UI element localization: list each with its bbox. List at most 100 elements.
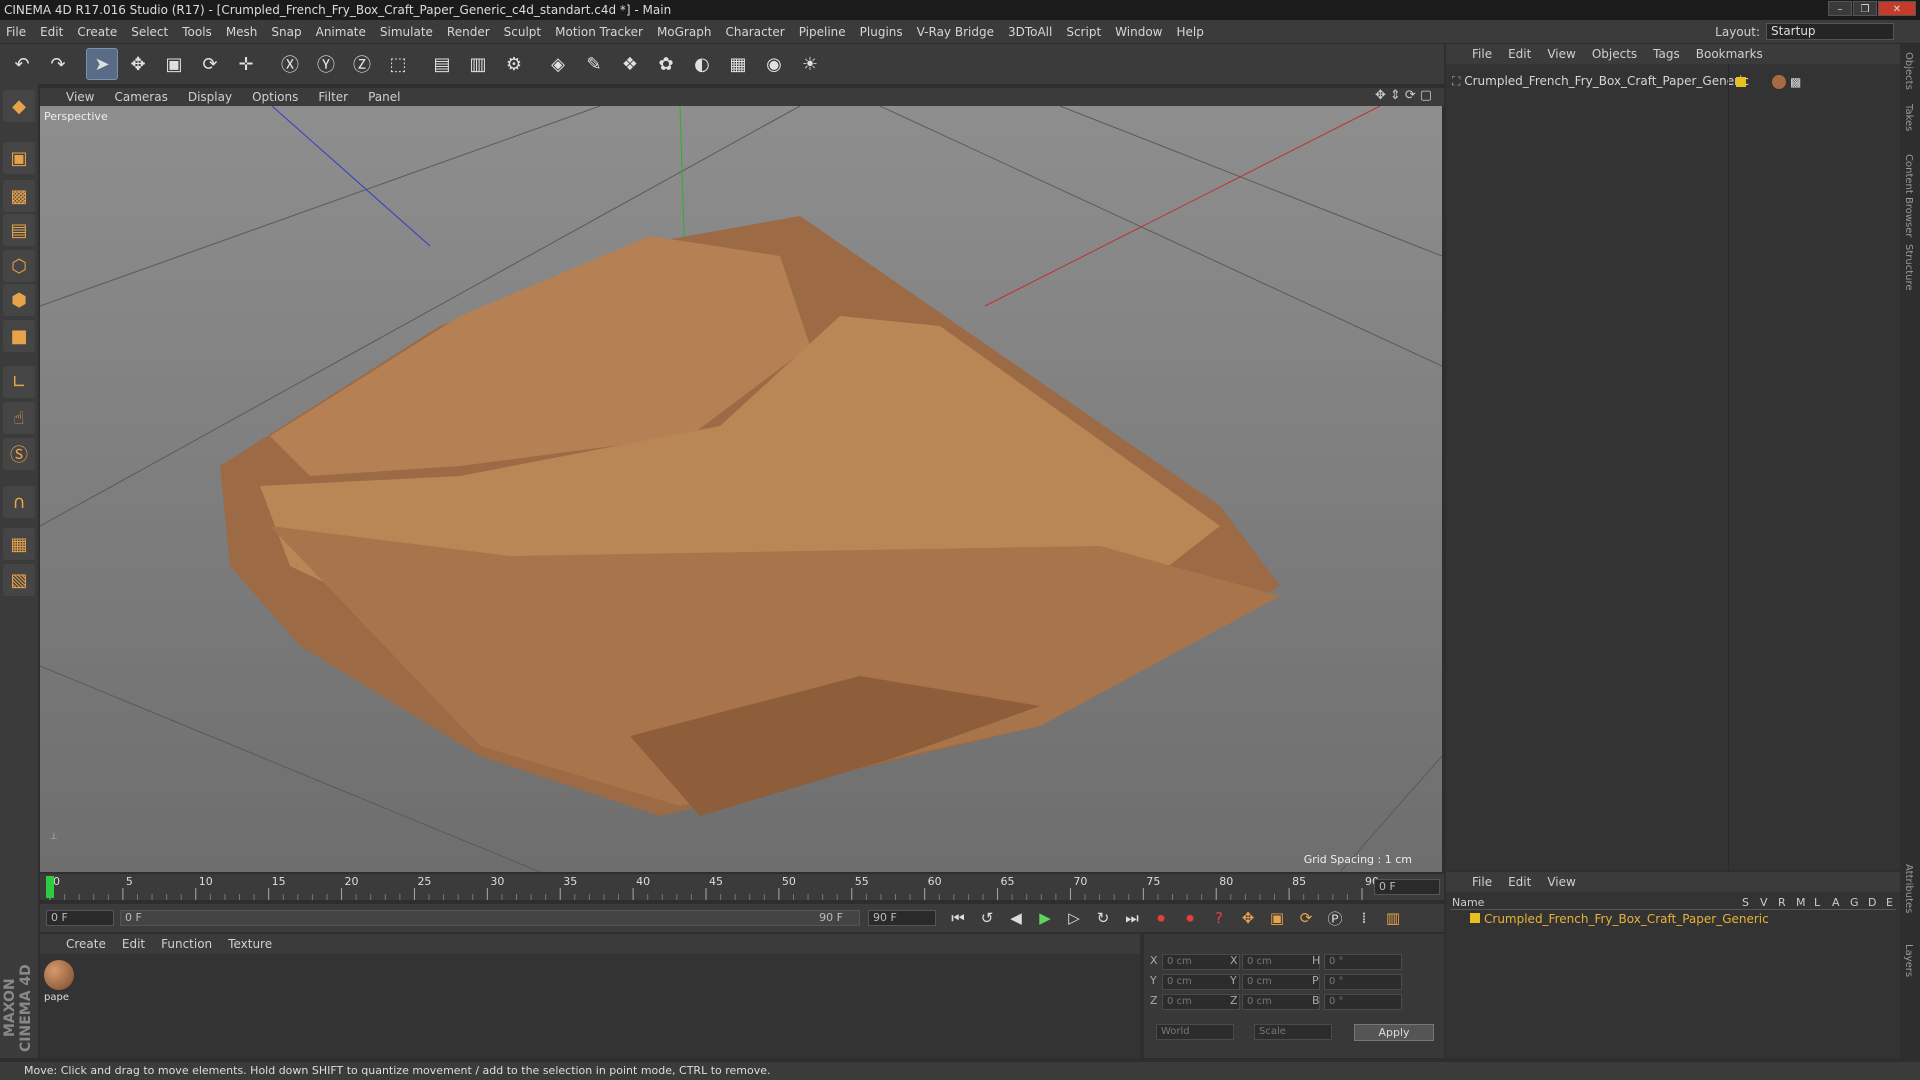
- redo-icon[interactable]: ↷: [42, 48, 74, 80]
- coord-field-x-pos[interactable]: 0 cm: [1162, 954, 1240, 970]
- range-slider[interactable]: 0 F 90 F: [120, 910, 860, 926]
- menu-animate[interactable]: Animate: [316, 25, 366, 39]
- apply-button[interactable]: Apply: [1354, 1024, 1434, 1041]
- coord-field-y-size[interactable]: 0 cm: [1242, 974, 1320, 990]
- record-keys-icon[interactable]: ⏺: [1149, 906, 1173, 930]
- coordinate-system-icon[interactable]: ⬚: [382, 48, 414, 80]
- checker-tag-icon[interactable]: ▩: [1790, 75, 1801, 89]
- material-menu-create[interactable]: Create: [66, 937, 106, 951]
- menu-motion-tracker[interactable]: Motion Tracker: [555, 25, 643, 39]
- layer-menu-view[interactable]: View: [1547, 875, 1575, 889]
- previous-frame-icon[interactable]: ◀: [1004, 906, 1028, 930]
- next-key-icon[interactable]: ↻: [1091, 906, 1115, 930]
- axis-mode-icon[interactable]: ∟: [3, 366, 35, 398]
- current-frame-field[interactable]: 0 F: [1374, 879, 1440, 895]
- object-menu-objects[interactable]: Objects: [1592, 47, 1637, 61]
- menu-window[interactable]: Window: [1115, 25, 1162, 39]
- menu-tools[interactable]: Tools: [182, 25, 212, 39]
- french-fry-box-model[interactable]: [220, 216, 1280, 816]
- grid-lock-icon[interactable]: ▦: [3, 528, 35, 560]
- scale-icon[interactable]: ▣: [158, 48, 190, 80]
- object-menu-bookmarks[interactable]: Bookmarks: [1696, 47, 1763, 61]
- viewport-3d[interactable]: Perspective Grid Spacing : 1 cm ⊥: [40, 106, 1442, 872]
- material-menu-function[interactable]: Function: [161, 937, 212, 951]
- menu-mograph[interactable]: MoGraph: [657, 25, 712, 39]
- menu-snap[interactable]: Snap: [271, 25, 301, 39]
- y-axis-lock-icon[interactable]: Ⓨ: [310, 48, 342, 80]
- layout-dropdown[interactable]: Startup: [1766, 23, 1894, 40]
- select-icon[interactable]: ➤: [86, 48, 118, 80]
- keyframe-help-icon[interactable]: ?: [1207, 906, 1231, 930]
- texture-mode-icon[interactable]: ▩: [3, 180, 35, 212]
- viewport-nav-icons[interactable]: ✥⇕⟳▢: [1375, 88, 1436, 103]
- material-tag-icon[interactable]: [1772, 75, 1786, 89]
- layer-row[interactable]: Crumpled_French_Fry_Box_Craft_Paper_Gene…: [1450, 912, 1896, 928]
- object-menu-edit[interactable]: Edit: [1508, 47, 1531, 61]
- side-tab-objects[interactable]: Objects: [1903, 52, 1914, 90]
- restore-icon[interactable]: ❐: [1853, 1, 1877, 16]
- render-picture-viewer-icon[interactable]: ▥: [462, 48, 494, 80]
- light-icon[interactable]: ☀: [794, 48, 826, 80]
- undo-icon[interactable]: ↶: [6, 48, 38, 80]
- render-view-icon[interactable]: ▤: [426, 48, 458, 80]
- start-frame-field[interactable]: 0 F: [46, 910, 114, 926]
- render-settings-icon[interactable]: ⚙: [498, 48, 530, 80]
- key-position-icon[interactable]: ✥: [1236, 906, 1260, 930]
- timeline-ruler[interactable]: 0 5 10 15 20 25 30 35 40 45 50 55 60 65 70 75 80 85 90 0 F: [40, 874, 1444, 900]
- model-mode-icon[interactable]: ▣: [3, 142, 35, 174]
- material-menu-edit[interactable]: Edit: [122, 937, 145, 951]
- snapping-icon[interactable]: Ⓢ: [3, 438, 35, 470]
- viewport-menu-filter[interactable]: Filter: [318, 90, 348, 104]
- points-mode-icon[interactable]: ⬡: [3, 250, 35, 282]
- menu-mesh[interactable]: Mesh: [226, 25, 258, 39]
- key-param-icon[interactable]: Ⓟ: [1323, 906, 1347, 930]
- coord-field-z-pos[interactable]: 0 cm: [1162, 994, 1240, 1010]
- side-tab-takes[interactable]: Takes: [1903, 104, 1914, 131]
- object-menu-file[interactable]: File: [1472, 47, 1492, 61]
- object-row[interactable]: ⛶ Crumpled_French_Fry_Box_Craft_Paper_Ge…: [1452, 74, 1892, 92]
- layer-menu-edit[interactable]: Edit: [1508, 875, 1531, 889]
- coord-field-b-rot[interactable]: 0 °: [1324, 994, 1402, 1010]
- menu-select[interactable]: Select: [131, 25, 168, 39]
- close-icon[interactable]: ✕: [1878, 1, 1916, 16]
- side-tab-layers[interactable]: Layers: [1903, 944, 1914, 977]
- side-tab-attributes[interactable]: Attributes: [1903, 864, 1914, 913]
- menu-pipeline[interactable]: Pipeline: [799, 25, 846, 39]
- object-menu-view[interactable]: View: [1547, 47, 1575, 61]
- menu-3dtoall[interactable]: 3DToAll: [1008, 25, 1052, 39]
- spline-pen-icon[interactable]: ✎: [578, 48, 610, 80]
- cube-icon[interactable]: ◈: [542, 48, 574, 80]
- viewport-menu-options[interactable]: Options: [252, 90, 298, 104]
- coord-scale-dropdown[interactable]: Scale: [1254, 1024, 1332, 1040]
- minimize-icon[interactable]: –: [1828, 1, 1852, 16]
- menu-file[interactable]: File: [6, 25, 26, 39]
- workplane-icon[interactable]: ▤: [3, 214, 35, 246]
- coord-field-z-size[interactable]: 0 cm: [1242, 994, 1320, 1010]
- menu-edit[interactable]: Edit: [40, 25, 63, 39]
- end-frame-field[interactable]: 90 F: [868, 910, 936, 926]
- viewport-menu-display[interactable]: Display: [188, 90, 232, 104]
- key-scale-icon[interactable]: ▣: [1265, 906, 1289, 930]
- coord-field-h-rot[interactable]: 0 °: [1324, 954, 1402, 970]
- menu-script[interactable]: Script: [1066, 25, 1101, 39]
- go-to-start-icon[interactable]: ⏮: [946, 906, 970, 930]
- subdivision-icon[interactable]: ❖: [614, 48, 646, 80]
- menu-sculpt[interactable]: Sculpt: [504, 25, 541, 39]
- key-rotation-icon[interactable]: ⟳: [1294, 906, 1318, 930]
- material-preview-paper[interactable]: [44, 960, 74, 990]
- deformer-icon[interactable]: ◐: [686, 48, 718, 80]
- play-icon[interactable]: ▶: [1033, 906, 1057, 930]
- coord-mode-dropdown[interactable]: World: [1156, 1024, 1234, 1040]
- menu-v-ray-bridge[interactable]: V-Ray Bridge: [917, 25, 994, 39]
- layer-menu-file[interactable]: File: [1472, 875, 1492, 889]
- coord-field-p-rot[interactable]: 0 °: [1324, 974, 1402, 990]
- object-menu-tags[interactable]: Tags: [1653, 47, 1680, 61]
- move-icon[interactable]: ✥: [122, 48, 154, 80]
- side-tab-structure[interactable]: Structure: [1903, 244, 1914, 291]
- key-pla-icon[interactable]: ⁞: [1352, 906, 1376, 930]
- workplane-lock-icon[interactable]: ▧: [3, 564, 35, 596]
- menu-render[interactable]: Render: [447, 25, 490, 39]
- timeline-window-icon[interactable]: ▥: [1381, 906, 1405, 930]
- menu-help[interactable]: Help: [1176, 25, 1203, 39]
- previous-key-icon[interactable]: ↺: [975, 906, 999, 930]
